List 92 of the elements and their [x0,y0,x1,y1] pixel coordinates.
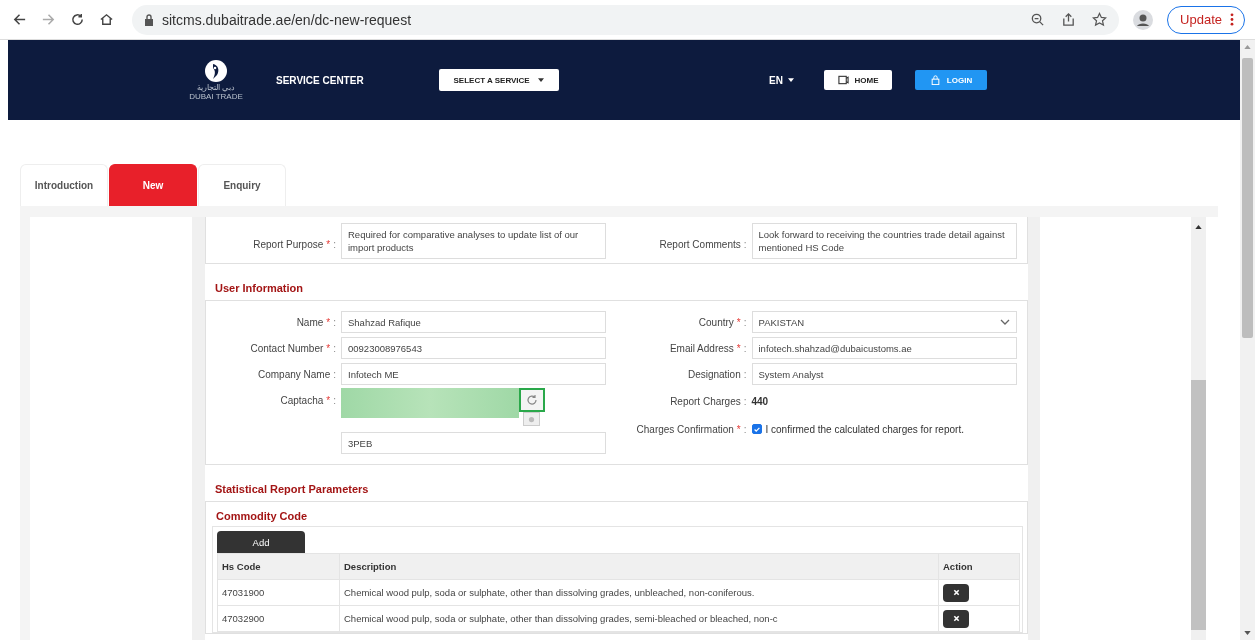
label-colon: : [743,238,747,250]
column-header: Description [340,554,939,579]
url-text: sitcms.dubaitrade.ae/en/dc-new-request [162,11,412,28]
checkbox[interactable] [751,424,762,434]
input-field[interactable]: infotech.shahzad@dubaicustoms.ae [751,337,1017,359]
chevron-down-icon [999,319,1010,325]
service-select[interactable]: SELECT A SERVICE [438,69,559,91]
checkbox-label: I confirmed the calculated charges for report. [765,423,964,435]
section-heading: Statistical Report Parameters [214,482,370,497]
section-heading: Commodity Code [215,509,309,524]
star-icon[interactable] [1092,12,1108,27]
refresh-captcha-button[interactable] [519,388,545,412]
label-colon: : [743,423,747,435]
label-colon: : [333,238,336,250]
field-label: Captacha [280,395,324,406]
table-cell: Chemical wood pulp, soda or sulphate, other than dissolving grades, unbleached, non-coniferous. [340,580,939,605]
label-colon: : [333,342,336,354]
lock-icon [929,75,941,85]
label-colon: : [333,316,336,328]
label-colon: : [743,342,747,354]
required-mark: * [736,342,741,354]
profile-icon[interactable] [1133,9,1154,30]
scroll-down-icon [1244,631,1251,635]
field-label: Report Comments [659,238,741,250]
delete-button[interactable] [943,609,969,628]
label-colon: : [743,316,747,328]
section-heading: User Information [214,281,304,296]
label-colon: : [333,395,336,406]
lock-icon [144,13,154,26]
tab[interactable]: Enquiry [198,164,286,206]
tab[interactable]: New [109,164,197,206]
input-field[interactable]: Infotech ME [341,363,606,385]
scrollbar[interactable] [1191,217,1206,640]
field-label: Country [698,316,734,328]
scrollbar-thumb[interactable] [1242,58,1253,338]
label-colon: : [333,368,336,380]
charges-value: 440 [751,395,769,407]
field-label: Company Name [257,368,331,380]
scrollbar-thumb[interactable] [1191,380,1206,630]
caret-icon [537,78,544,82]
column-header: Hs Code [218,554,340,579]
required-mark: * [736,316,741,328]
field-label: Charges Confirmation [636,423,734,435]
label-colon: : [743,368,747,380]
language-select[interactable]: EN [763,73,800,87]
table-cell: 47032900 [218,606,340,631]
table-cell: 47031900 [218,580,340,605]
scroll-up-icon [1244,45,1251,49]
dot-icon [528,415,535,423]
logo-caption: DUBAI TRADE [189,92,243,101]
bird-logo-icon [204,59,228,83]
table-cell: Chemical wood pulp, soda or sulphate, other than dissolving grades, semi-bleached or bleached, non-c [340,606,939,631]
close-icon [952,589,960,596]
input-field[interactable]: 00923008976543 [341,337,606,359]
home-icon[interactable] [99,12,114,27]
home-button[interactable]: HOME [824,70,892,90]
required-mark: * [326,342,331,354]
reload-icon[interactable] [70,12,85,27]
country-select[interactable]: PAKISTAN [751,311,1017,333]
required-mark: * [736,423,741,435]
address-bar[interactable]: sitcms.dubaitrade.ae/en/dc-new-request [132,4,1120,35]
back-arrow-icon[interactable] [12,12,27,27]
scroll-up-icon [1195,225,1202,229]
close-icon [952,615,960,622]
refresh-icon [526,394,538,406]
label-colon: : [743,395,747,407]
field-label: Email Address [669,342,734,354]
kebab-icon [1230,13,1234,26]
delete-button[interactable] [943,583,969,602]
text-area[interactable]: Look forward to receiving the countries trade detail against mentioned HS Code [751,223,1017,259]
column-header: Action [942,560,974,574]
text-area[interactable]: Required for comparative analyses to update list of our import products [341,223,606,259]
update-button[interactable]: Update [1167,5,1245,34]
logo-caption: دبي التجارية [196,83,236,92]
add-button[interactable]: Add [217,531,305,553]
field-label: Designation [687,368,741,380]
field-label: Report Charges [670,395,741,407]
required-mark: * [326,316,331,328]
share-icon[interactable] [1061,12,1077,27]
required-mark: * [326,238,331,250]
field-label: Report Purpose [253,238,324,250]
field-label: Name [296,316,324,328]
caret-icon [788,78,794,82]
site-title: SERVICE CENTER [276,74,364,86]
captcha-input[interactable]: 3PEB [341,432,606,454]
tab[interactable]: Introduction [20,164,108,206]
zoom-icon[interactable] [1030,12,1046,27]
input-field[interactable]: Shahzad Rafique [341,311,606,333]
field-label: Contact Number [250,342,324,354]
required-mark: * [326,395,331,406]
input-field[interactable]: System Analyst [751,363,1017,385]
scrollbar[interactable] [1240,40,1255,640]
